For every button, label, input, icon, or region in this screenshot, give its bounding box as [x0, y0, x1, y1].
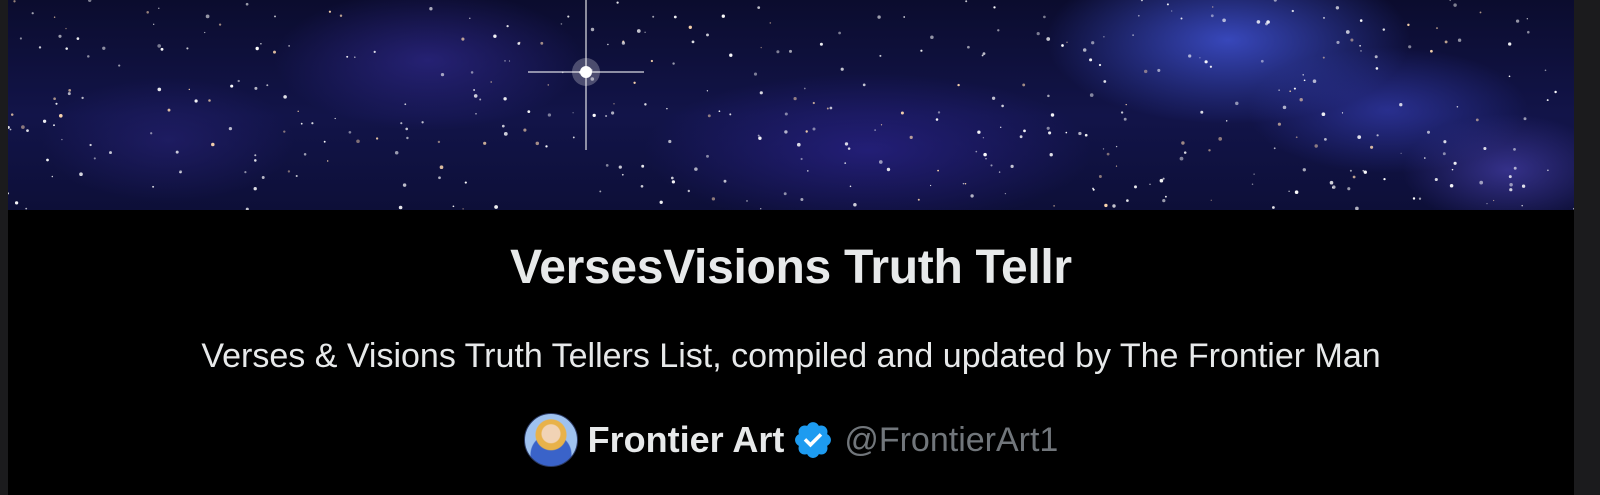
list-header-frame: VersesVisions Truth Tellr Verses & Visio…: [0, 0, 1600, 495]
owner-avatar[interactable]: [523, 413, 578, 467]
list-description: Verses & Visions Truth Tellers List, com…: [201, 337, 1381, 375]
owner-name[interactable]: Frontier Art: [588, 418, 785, 462]
list-header-card: VersesVisions Truth Tellr Verses & Visio…: [8, 0, 1574, 495]
window-edge-right: [1574, 0, 1600, 495]
bright-star: [528, 0, 644, 150]
window-edge-left: [0, 0, 8, 495]
list-banner-image: [8, 0, 1574, 210]
starfield-graphic: [8, 0, 1574, 210]
verified-badge-icon: [792, 419, 834, 461]
owner-handle[interactable]: @FrontierArt1: [844, 418, 1058, 462]
list-title: VersesVisions Truth Tellr: [510, 241, 1072, 294]
list-owner[interactable]: Frontier Art @FrontierArt1: [8, 412, 1574, 468]
